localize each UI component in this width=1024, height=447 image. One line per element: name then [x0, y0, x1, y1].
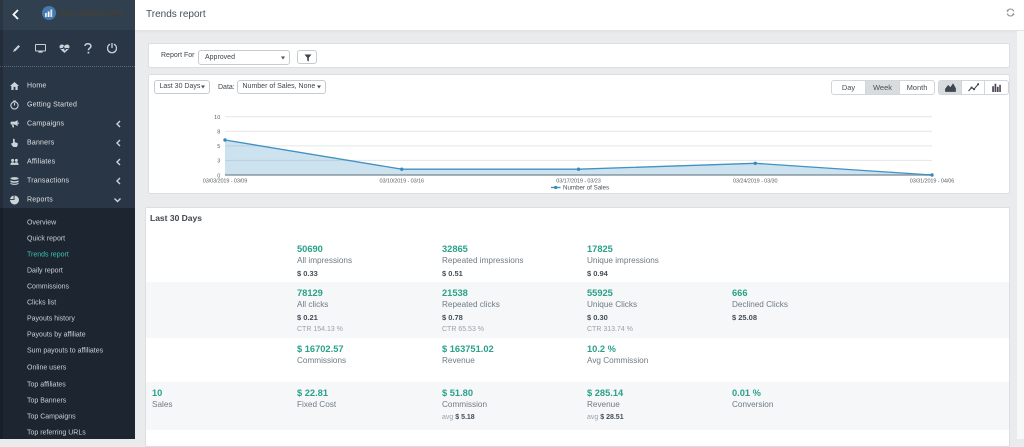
- svg-text:10: 10: [214, 115, 220, 121]
- svg-text:8: 8: [217, 130, 220, 136]
- svg-text:03/17/2019 - 03/23: 03/17/2019 - 03/23: [556, 179, 600, 185]
- svg-text:03/03/2019 - 03/09: 03/03/2019 - 03/09: [203, 179, 247, 185]
- svg-text:5: 5: [217, 144, 220, 150]
- svg-text:03/10/2019 - 03/16: 03/10/2019 - 03/16: [380, 179, 424, 185]
- svg-text:3: 3: [217, 159, 220, 165]
- svg-text:03/24/2019 - 03/30: 03/24/2019 - 03/30: [733, 179, 777, 185]
- svg-text:03/31/2019 - 04/06: 03/31/2019 - 04/06: [910, 179, 954, 185]
- svg-text:Number of Sales: Number of Sales: [563, 185, 609, 192]
